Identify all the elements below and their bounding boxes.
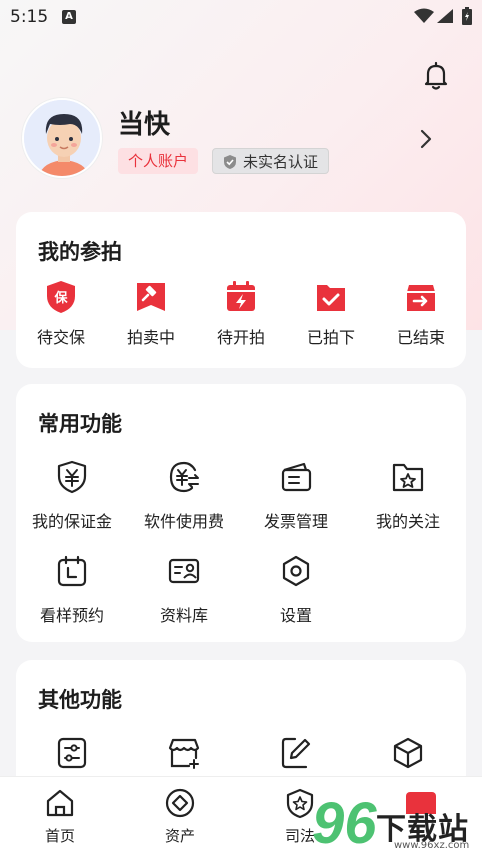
svg-text:保: 保	[53, 290, 68, 306]
folder-check-icon	[317, 285, 345, 311]
other-item-cube[interactable]	[352, 736, 464, 776]
folder-star-icon	[392, 463, 424, 492]
tab-label: 资产	[164, 827, 195, 845]
participation-item-label: 待开拍	[216, 328, 265, 347]
other-item-edit[interactable]	[240, 736, 352, 776]
participation-item-in-auction[interactable]: 拍卖中	[106, 278, 196, 358]
wifi-icon	[414, 8, 434, 23]
other-item-adjust[interactable]	[16, 736, 128, 776]
cube-icon	[393, 737, 423, 769]
common-item-label: 软件使用费	[143, 512, 224, 531]
home-icon	[46, 789, 74, 817]
participation-item-won[interactable]: 已拍下	[286, 278, 376, 358]
asset-icon	[165, 788, 195, 818]
tab-home[interactable]: 首页	[0, 777, 120, 856]
calendar-lightning-icon	[227, 281, 255, 311]
status-bar: 5:15 A	[0, 0, 482, 34]
verify-shield-icon	[224, 155, 236, 169]
tab-assets[interactable]: 资产	[120, 777, 240, 856]
common-item-label: 看样预约	[39, 606, 104, 625]
shield-yen-icon	[57, 460, 87, 494]
bell-icon[interactable]	[420, 60, 452, 92]
watermark-logo: 96 下载站 www.96xz.com	[312, 791, 482, 856]
a-notification-icon: A	[62, 10, 76, 24]
other-item-shop[interactable]	[128, 736, 240, 776]
gear-icon	[282, 555, 310, 587]
battery-icon	[462, 7, 472, 25]
common-item-invoice[interactable]: 发票管理	[240, 460, 352, 540]
participation-item-label: 已拍下	[306, 328, 355, 347]
account-type-badge: 个人账户	[118, 148, 199, 174]
watermark-url: www.96xz.com	[394, 840, 470, 851]
participation-item-label: 已结束	[396, 328, 445, 347]
watermark-number: 96	[312, 791, 377, 856]
calendar-clock-icon	[57, 555, 87, 587]
participation-title: 我的参拍	[38, 240, 122, 264]
common-functions-title: 常用功能	[38, 412, 122, 436]
chevron-right-icon[interactable]	[418, 128, 434, 150]
verify-status-text: 未实名认证	[243, 153, 319, 171]
shield-bao-icon: 保	[47, 281, 75, 313]
common-item-label: 发票管理	[263, 512, 328, 531]
verify-status-badge[interactable]: 未实名认证	[212, 148, 330, 174]
participation-item-ended[interactable]: 已结束	[376, 278, 466, 358]
common-item-label: 我的保证金	[31, 512, 112, 531]
common-item-label: 资料库	[159, 606, 208, 625]
box-arrow-icon	[407, 285, 435, 311]
other-functions-title: 其他功能	[38, 688, 122, 712]
status-time: 5:15	[10, 7, 49, 27]
tab-label: 首页	[44, 827, 75, 845]
user-name: 当快	[118, 110, 171, 140]
gavel-icon	[137, 283, 165, 311]
common-item-favorites[interactable]: 我的关注	[352, 460, 464, 540]
edit-icon	[281, 737, 311, 769]
common-item-settings[interactable]: 设置	[240, 554, 352, 634]
common-functions-card: 常用功能 我的保证金 软件使用费 发票管理 我的关注 看样预约 资料库 设置	[16, 384, 466, 642]
signal-icon	[437, 9, 453, 23]
common-item-software-fee[interactable]: 软件使用费	[128, 460, 240, 540]
common-item-label: 设置	[279, 606, 312, 625]
participation-card: 我的参拍 保 待交保 拍卖中 待开拍 已拍下 已结束	[16, 212, 466, 368]
participation-item-label: 待交保	[36, 328, 85, 347]
participation-item-pending-start[interactable]: 待开拍	[196, 278, 286, 358]
participation-item-label: 拍卖中	[126, 328, 175, 347]
common-item-viewing-appointment[interactable]: 看样预约	[16, 554, 128, 634]
shop-add-icon	[168, 738, 200, 769]
id-card-icon	[168, 558, 200, 584]
avatar[interactable]	[22, 98, 102, 178]
common-item-deposit[interactable]: 我的保证金	[16, 460, 128, 540]
participation-item-pending-deposit[interactable]: 保 待交保	[16, 278, 106, 358]
sliders-icon	[57, 737, 87, 769]
yen-exchange-icon	[169, 461, 199, 493]
common-item-library[interactable]: 资料库	[128, 554, 240, 634]
common-item-label: 我的关注	[375, 512, 440, 531]
wallet-invoice-icon	[281, 462, 312, 492]
